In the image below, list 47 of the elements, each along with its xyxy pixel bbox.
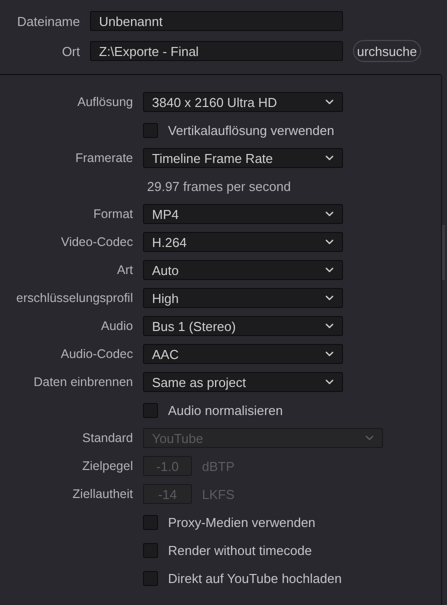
filename-field[interactable]: Unbenannt (90, 11, 343, 31)
setting-label: Standard (81, 431, 133, 445)
chevron-icon (365, 435, 374, 441)
checkbox-label: Proxy-Medien verwenden (168, 514, 316, 530)
checkbox-label: Render without timecode (168, 542, 312, 558)
dropdown[interactable]: Bus 1 (Stereo) (143, 316, 343, 336)
setting-label: Audio-Codec (60, 347, 133, 361)
checkbox-label: Audio normalisieren (168, 402, 283, 418)
location-label: Ort (60, 44, 80, 58)
location-field[interactable]: Z:\Exporte - Final (90, 41, 343, 61)
chevron-icon (325, 211, 334, 217)
chevron-icon (325, 155, 334, 161)
dropdown[interactable]: High (143, 288, 343, 308)
checkbox-label: Direkt auf YouTube hochladen (168, 570, 342, 586)
dropdown[interactable]: Auto (143, 260, 343, 280)
dropdown[interactable]: AAC (143, 344, 343, 364)
chevron-icon (325, 267, 334, 273)
setting-label: Format (92, 207, 133, 221)
chevron-icon (325, 351, 334, 357)
setting-label: Audio (100, 319, 133, 333)
dropdown[interactable]: H.264 (143, 232, 343, 252)
setting-label: Video-Codec (60, 235, 133, 249)
info-text: 29.97 frames per second (146, 178, 291, 194)
setting-label: Framerate (74, 151, 133, 165)
checkbox[interactable] (143, 570, 158, 586)
dropdown[interactable]: Timeline Frame Rate (143, 148, 343, 168)
chevron-icon (325, 239, 334, 245)
dropdown[interactable]: MP4 (143, 204, 343, 224)
checkbox-label: Vertikalauflösung verwenden (168, 122, 334, 138)
setting-label: erschlüsselungsprofil (15, 291, 133, 305)
checkbox[interactable] (143, 122, 158, 138)
checkbox[interactable] (143, 514, 158, 530)
filename-label: Dateiname (16, 14, 80, 28)
setting-label: Art (116, 263, 133, 277)
setting-label: Zielpegel (81, 459, 133, 473)
setting-label: Ziellautheit (72, 487, 133, 501)
dropdown[interactable]: 3840 x 2160 Ultra HD (143, 92, 343, 112)
setting-label: Daten einbrennen (32, 375, 133, 389)
chevron-icon (325, 323, 334, 329)
setting-label: Auflösung (76, 95, 133, 109)
chevron-icon (325, 379, 334, 385)
browse-button[interactable]: urchsuche (353, 40, 421, 62)
chevron-icon (325, 295, 334, 301)
chevron-icon (325, 99, 334, 105)
checkbox[interactable] (143, 402, 158, 418)
checkbox[interactable] (143, 542, 158, 558)
dropdown[interactable]: Same as project (143, 372, 343, 392)
